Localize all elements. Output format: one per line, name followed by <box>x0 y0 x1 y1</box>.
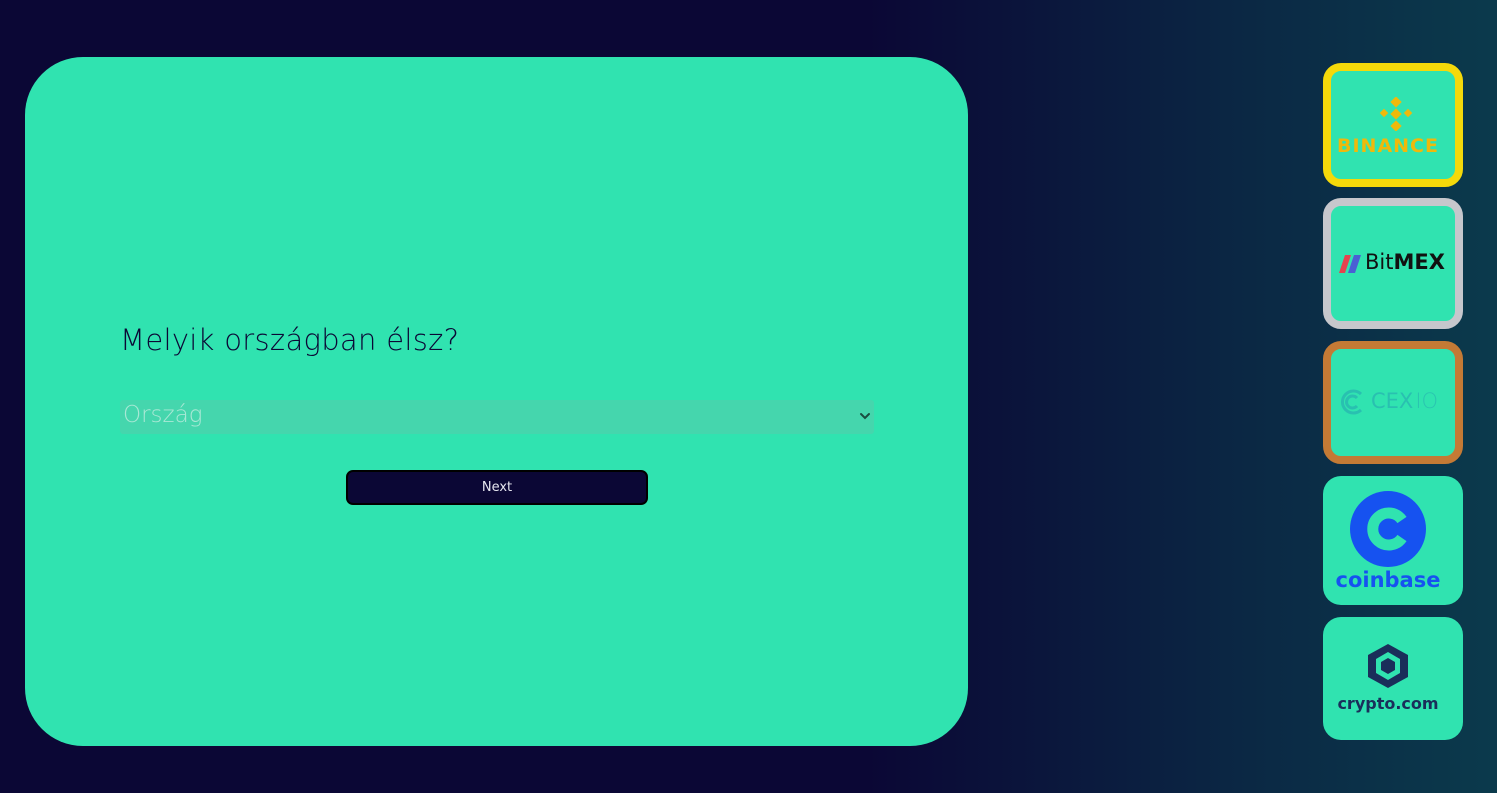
cryptocom-icon <box>1368 644 1408 688</box>
bitmex-logo: BitMEX <box>1331 206 1455 321</box>
bitmex-wordmark-mex: MEX <box>1393 250 1445 274</box>
binance-wordmark: BINANCE <box>1337 135 1439 157</box>
next-button[interactable]: Next <box>346 470 648 505</box>
coinbase-logo: coinbase <box>1323 476 1463 605</box>
exchange-tile-cryptocom[interactable]: crypto.com <box>1323 617 1463 740</box>
exchange-tile-cexio[interactable]: CEXIO <box>1323 341 1463 464</box>
coinbase-icon <box>1350 491 1426 567</box>
coinbase-wordmark: coinbase <box>1335 568 1441 592</box>
exchange-tile-bitmex[interactable]: BitMEX <box>1323 198 1463 329</box>
bitmex-wordmark-bit: Bit <box>1365 250 1394 274</box>
country-question: Melyik országban élsz? <box>120 323 460 357</box>
cryptocom-logo: crypto.com <box>1323 617 1463 740</box>
bitmex-icon <box>1339 255 1361 273</box>
exchange-tile-binance[interactable]: BINANCE <box>1323 63 1463 187</box>
country-select[interactable]: Ország <box>120 400 874 434</box>
cryptocom-wordmark: crypto.com <box>1337 694 1439 713</box>
chevron-down-icon <box>860 413 870 420</box>
exchange-tile-coinbase[interactable]: coinbase <box>1323 476 1463 605</box>
signup-card: Melyik országban élsz? Ország Next <box>25 57 968 746</box>
cexio-wordmark-cex: CEX <box>1371 389 1414 413</box>
binance-logo: BINANCE <box>1331 71 1455 179</box>
binance-icon <box>1379 97 1413 131</box>
cexio-logo: CEXIO <box>1331 349 1455 456</box>
country-select-value: Ország <box>123 402 203 428</box>
cexio-wordmark: CEXIO <box>1371 389 1438 413</box>
cexio-icon <box>1341 389 1363 415</box>
bitmex-wordmark: BitMEX <box>1365 250 1445 274</box>
cexio-wordmark-io: IO <box>1415 389 1439 413</box>
